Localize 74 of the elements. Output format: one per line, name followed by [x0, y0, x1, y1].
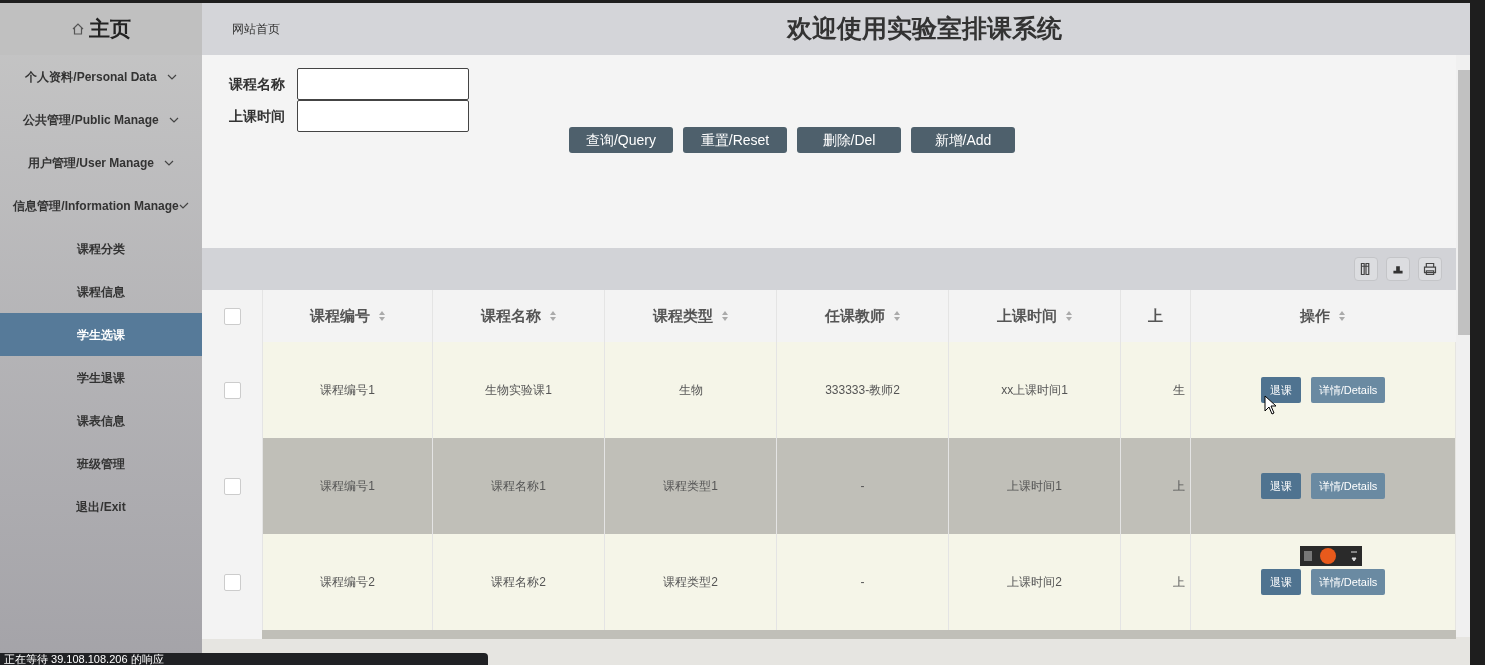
- sort-icon[interactable]: [377, 310, 386, 322]
- checkbox[interactable]: [223, 381, 241, 399]
- table-cell-text: 课程类型1: [663, 478, 718, 495]
- page-title: 欢迎使用实验室排课系统: [787, 13, 1062, 45]
- column-header[interactable]: 任课教师: [824, 304, 885, 328]
- menu-group[interactable]: 个人资料/Personal Data: [0, 55, 202, 98]
- menu-group[interactable]: 用户管理/User Manage: [0, 141, 202, 184]
- table-cell-text: 生物实验课1: [485, 382, 552, 399]
- table-cell-text: 生: [1173, 382, 1185, 399]
- details-button[interactable]: 详情/Details: [1311, 473, 1385, 499]
- column-header[interactable]: 课程名称: [480, 304, 541, 328]
- menu-group[interactable]: 信息管理/Information Manage: [0, 184, 202, 227]
- table-cell-text: 课程编号1: [320, 478, 375, 495]
- input-field[interactable]: [297, 100, 469, 132]
- table-cell-text: -: [860, 478, 865, 495]
- columns-icon[interactable]: [1354, 257, 1378, 281]
- menu-item[interactable]: 退出/Exit: [0, 485, 202, 528]
- drop-course-button[interactable]: 退课: [1261, 377, 1301, 403]
- checkbox[interactable]: [223, 307, 241, 325]
- check-icon[interactable]: [178, 201, 189, 210]
- table-cell-text: 课程类型2: [663, 574, 718, 591]
- action-button[interactable]: 新增/Add: [911, 127, 1015, 153]
- status-message: 正在等待 39.108.108.206 的响应: [3, 653, 165, 665]
- table-cell-text: 333333-教师2: [825, 382, 900, 399]
- menu-item[interactable]: 学生退课: [0, 356, 202, 399]
- table-cell-text: 课程编号1: [320, 382, 375, 399]
- table-cell-text: 课程编号2: [320, 574, 375, 591]
- chevron-down-icon[interactable]: [168, 115, 179, 124]
- home-icon: [71, 22, 85, 36]
- sidebar-title[interactable]: 主页: [89, 13, 131, 45]
- action-button[interactable]: 查询/Query: [569, 127, 673, 153]
- menu-item[interactable]: 课程信息: [0, 270, 202, 313]
- table-cell-text: 上: [1173, 478, 1185, 495]
- chevron-down-icon[interactable]: [164, 158, 174, 167]
- field-label: 课程名称: [229, 74, 286, 94]
- checkbox[interactable]: [223, 573, 241, 591]
- column-header[interactable]: 操作: [1300, 304, 1330, 328]
- action-button[interactable]: 重置/Reset: [683, 127, 787, 153]
- sort-icon[interactable]: [720, 310, 729, 322]
- sort-icon[interactable]: [892, 310, 901, 322]
- menu-group[interactable]: 公共管理/Public Manage: [0, 98, 202, 141]
- sort-icon[interactable]: [1064, 310, 1073, 322]
- drop-course-button[interactable]: 退课: [1261, 569, 1301, 595]
- menu-item[interactable]: 课表信息: [0, 399, 202, 442]
- table-cell-text: 课程名称1: [491, 478, 546, 495]
- column-header[interactable]: 课程类型: [652, 304, 713, 328]
- input-field[interactable]: [297, 68, 469, 100]
- table-cell-text: 上: [1173, 574, 1185, 591]
- field-label: 上课时间: [229, 106, 286, 126]
- menu-item[interactable]: 课程分类: [0, 227, 202, 270]
- details-button[interactable]: 详情/Details: [1311, 569, 1385, 595]
- table-cell-text: 上课时间1: [1007, 478, 1062, 495]
- input-method-toolbar-icon[interactable]: [1300, 546, 1362, 566]
- menu-item[interactable]: 学生选课: [0, 313, 202, 356]
- sort-icon[interactable]: [1338, 310, 1346, 322]
- details-button[interactable]: 详情/Details: [1311, 377, 1385, 403]
- table-cell-text: -: [860, 574, 865, 591]
- table-cell-text: xx上课时间1: [1001, 382, 1068, 399]
- table-cell-text: 上课时间2: [1007, 574, 1062, 591]
- menu-item[interactable]: 班级管理: [0, 442, 202, 485]
- table-cell-text: 课程名称2: [491, 574, 546, 591]
- print-icon[interactable]: [1418, 257, 1442, 281]
- column-header[interactable]: 上课时间: [996, 304, 1057, 328]
- drop-course-button[interactable]: 退课: [1261, 473, 1301, 499]
- checkbox[interactable]: [223, 477, 241, 495]
- mouse-cursor-icon: [1264, 395, 1277, 415]
- column-header[interactable]: 课程编号: [309, 304, 370, 328]
- breadcrumb-link[interactable]: 网站首页: [232, 20, 382, 38]
- scrollbar[interactable]: [1456, 55, 1470, 637]
- chevron-down-icon[interactable]: [166, 72, 177, 81]
- sort-icon[interactable]: [548, 310, 557, 322]
- column-header[interactable]: 上: [1148, 304, 1163, 328]
- action-button[interactable]: 删除/Del: [797, 127, 901, 153]
- table-cell-text: 生物: [678, 382, 703, 399]
